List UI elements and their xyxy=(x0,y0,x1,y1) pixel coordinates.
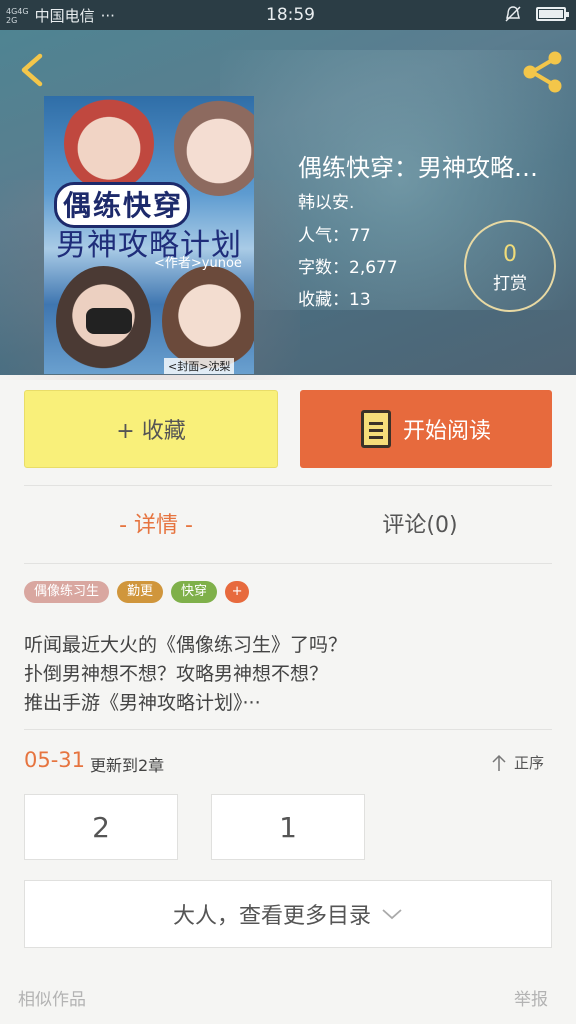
more-catalog-button[interactable]: 大人，查看更多目录 xyxy=(24,880,552,948)
tip-button[interactable]: 0 打赏 xyxy=(464,220,556,312)
book-cover-image: 偶练快穿 男神攻略计划 <作者>yunoe <封面>沈梨 xyxy=(44,96,254,374)
chapter-button[interactable]: 2 xyxy=(24,794,178,860)
tab-detail[interactable]: - 详情 - xyxy=(24,492,288,560)
signal-icon: 4G4G 2G xyxy=(6,6,29,25)
book-word-count: 字数：2,677 xyxy=(298,258,398,278)
description-line: 扑倒男神想不想？攻略男神想不想？ xyxy=(24,663,329,685)
share-icon[interactable] xyxy=(520,50,566,94)
back-arrow-icon[interactable] xyxy=(14,50,54,90)
book-author[interactable]: 韩以安. xyxy=(298,188,354,213)
notification-more: ··· xyxy=(100,6,115,25)
start-reading-label: 开始阅读 xyxy=(402,419,491,444)
tag-list: 偶像练习生 勤更 快穿 + xyxy=(24,581,250,603)
similar-works-heading: 相似作品 xyxy=(18,990,86,1010)
sort-order-toggle[interactable]: 正序 xyxy=(490,752,544,773)
description-line[interactable]: 推出手游《男神攻略计划》··· xyxy=(24,688,544,715)
book-icon xyxy=(360,410,391,448)
report-link[interactable]: 举报 xyxy=(514,985,548,1010)
tab-comments[interactable]: 评论(0) xyxy=(288,492,552,560)
tip-count: 0 xyxy=(503,242,517,267)
tag-chip[interactable]: 快穿 xyxy=(171,581,218,603)
update-text: 更新到2章 xyxy=(90,756,165,775)
sort-order-label: 正序 xyxy=(514,754,545,772)
tag-chip[interactable]: 勤更 xyxy=(117,581,164,603)
more-catalog-label: 大人，查看更多目录 xyxy=(172,904,371,929)
chevron-down-icon xyxy=(382,909,402,920)
start-reading-button[interactable]: 开始阅读 xyxy=(300,390,552,468)
add-tag-button[interactable]: + xyxy=(225,581,250,603)
cover-title: 偶练快穿 xyxy=(62,189,183,222)
book-favorites: 收藏：13 xyxy=(298,290,371,310)
divider xyxy=(24,563,552,564)
cover-author: <作者>yunoe xyxy=(154,256,242,271)
add-favorite-label: + 收藏 xyxy=(116,419,186,444)
battery-icon xyxy=(536,7,569,21)
update-date: 05-31 xyxy=(24,748,86,772)
clock: 18:59 xyxy=(266,5,315,25)
chapter-button[interactable]: 1 xyxy=(211,794,365,860)
carrier-group: 4G4G 2G 中国电信 ··· xyxy=(6,5,115,26)
add-favorite-button[interactable]: + 收藏 xyxy=(24,390,278,468)
divider xyxy=(24,729,552,730)
tip-label: 打赏 xyxy=(493,274,527,294)
status-bar: 4G4G 2G 中国电信 ··· 18:59 xyxy=(0,0,576,30)
status-icons xyxy=(504,5,569,23)
arrow-up-icon xyxy=(492,754,506,771)
tag-chip[interactable]: 偶像练习生 xyxy=(24,581,110,603)
divider xyxy=(24,485,552,486)
book-title: 偶练快穿：男神攻略… xyxy=(298,154,538,182)
book-popularity: 人气：77 xyxy=(298,226,371,246)
description-line: 听闻最近大火的《偶像练习生》了吗？ xyxy=(24,634,348,656)
carrier-name: 中国电信 xyxy=(34,7,95,25)
mute-bell-icon xyxy=(505,6,521,22)
cover-credit: <封面>沈梨 xyxy=(164,358,235,374)
